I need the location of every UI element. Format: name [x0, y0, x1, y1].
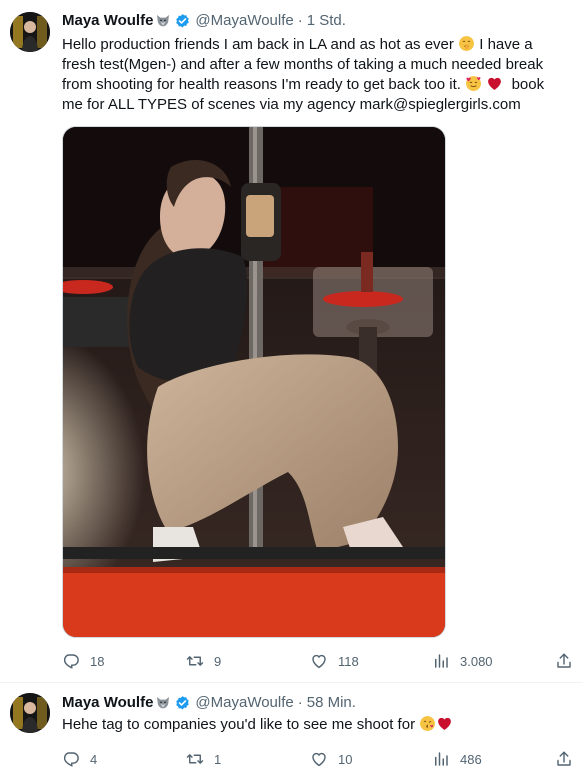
tweet-header: Maya Woulfe @MayaWoulfe · 1 Std.: [62, 11, 346, 31]
share-icon: [555, 750, 573, 768]
retweet-icon: [186, 652, 204, 670]
shushing-face-emoji-icon: [458, 35, 475, 52]
avatar[interactable]: [10, 693, 50, 733]
timestamp[interactable]: 1 Std.: [307, 11, 346, 31]
tweet-text-part: Hello production friends I am back in LA…: [62, 36, 454, 53]
retweet-count: 1: [214, 751, 222, 767]
separator-dot: ·: [297, 12, 303, 29]
reply-icon: [62, 750, 80, 768]
views-count: 486: [460, 751, 482, 767]
like-button[interactable]: 10: [310, 749, 352, 769]
tweet-photo[interactable]: [62, 126, 446, 638]
timestamp[interactable]: 58 Min.: [307, 693, 356, 713]
views-icon: [432, 750, 450, 768]
views-button[interactable]: 3.080: [432, 651, 493, 671]
verified-badge-icon[interactable]: [174, 695, 191, 712]
share-button[interactable]: [555, 749, 573, 769]
retweet-button[interactable]: 9: [186, 651, 221, 671]
verified-badge-icon[interactable]: [174, 13, 191, 30]
views-icon: [432, 652, 450, 670]
views-button[interactable]: 486: [432, 749, 482, 769]
share-icon: [555, 652, 573, 670]
handle[interactable]: @MayaWoulfe: [195, 11, 293, 31]
red-heart-emoji-icon: [486, 75, 503, 92]
tweet-text-part: I have a: [479, 36, 533, 53]
tweet-actions: 18 9 118 3.080: [62, 651, 577, 671]
reply-count: 4: [90, 751, 98, 767]
display-name[interactable]: Maya Woulfe: [62, 693, 153, 713]
like-icon: [310, 652, 328, 670]
smiling-face-with-hearts-emoji-icon: [465, 75, 482, 92]
tweet-text-part: Hehe tag to companies you'd like to see …: [62, 716, 416, 733]
avatar[interactable]: [10, 12, 50, 52]
tweet-text: Hehe tag to companies you'd like to see …: [62, 715, 562, 735]
retweet-count: 9: [214, 653, 222, 669]
handle[interactable]: @MayaWoulfe: [195, 693, 293, 713]
tweet-text-part: book: [511, 76, 545, 93]
display-name[interactable]: Maya Woulfe: [62, 11, 153, 31]
tweet-text: Hello production friends I am back in LA…: [62, 35, 562, 115]
retweet-button[interactable]: 1: [186, 749, 221, 769]
views-count: 3.080: [460, 653, 493, 669]
tweet[interactable]: Maya Woulfe @MayaWoulfe · 1 Std. Hello p…: [0, 0, 583, 683]
reply-button[interactable]: 18: [62, 651, 104, 671]
share-button[interactable]: [555, 651, 573, 671]
tweet-header: Maya Woulfe @MayaWoulfe · 58 Min.: [62, 693, 356, 713]
wolf-emoji-icon: [155, 695, 171, 711]
like-button[interactable]: 118: [310, 651, 359, 671]
tweet-text-part: from shooting for health reasons I'm rea…: [62, 76, 461, 93]
tweet[interactable]: Maya Woulfe @MayaWoulfe · 58 Min. Hehe t…: [0, 683, 583, 775]
like-count: 10: [338, 751, 353, 767]
reply-icon: [62, 652, 80, 670]
wolf-emoji-icon: [155, 13, 171, 29]
reply-button[interactable]: 4: [62, 749, 97, 769]
tweet-text-part: fresh test(Mgen-) and after a few months…: [62, 56, 544, 73]
red-heart-emoji-icon: [436, 715, 453, 732]
like-icon: [310, 750, 328, 768]
like-count: 118: [338, 653, 359, 669]
tweet-actions: 4 1 10 486: [62, 749, 577, 769]
kissing-face-emoji-icon: [419, 715, 436, 732]
separator-dot: ·: [297, 694, 303, 711]
tweet-text-part: me for ALL TYPES of scenes via my agency…: [62, 96, 521, 113]
retweet-icon: [186, 750, 204, 768]
reply-count: 18: [90, 653, 105, 669]
